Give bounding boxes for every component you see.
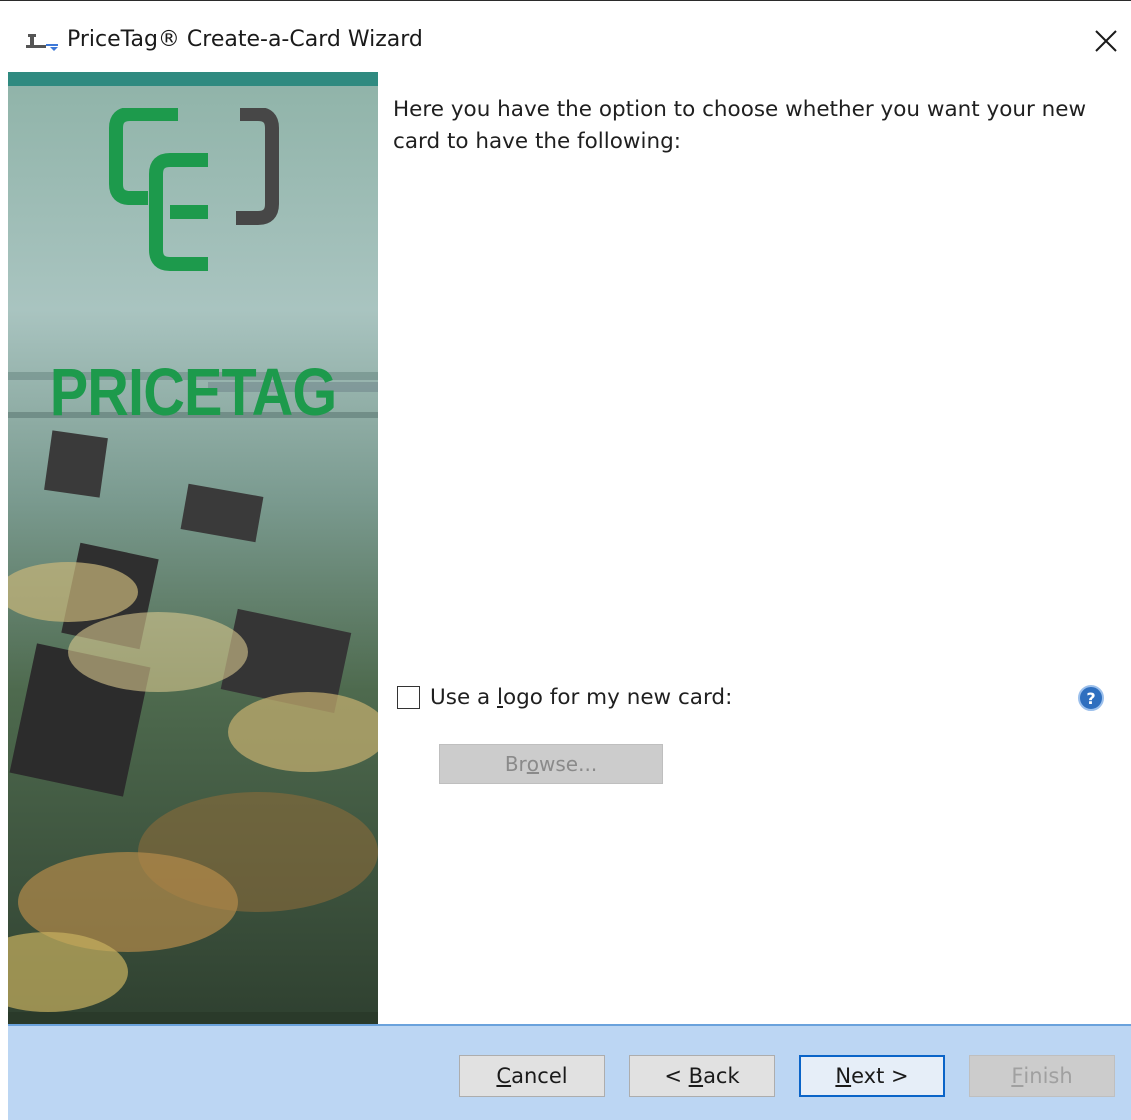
use-logo-option[interactable]: Use a logo for my new card: — [397, 680, 732, 714]
svg-text:?: ? — [1086, 689, 1095, 708]
cancel-button[interactable]: Cancel — [459, 1055, 605, 1097]
help-icon[interactable]: ? — [1077, 684, 1105, 712]
close-icon[interactable] — [1086, 25, 1126, 57]
window-title: PriceTag® Create-a-Card Wizard — [67, 27, 423, 52]
browse-button[interactable]: Br o wse... — [439, 744, 663, 784]
cc-logo-icon — [109, 108, 279, 271]
wizard-window: PriceTag® Create-a-Card Wizard PRICETAG … — [0, 0, 1131, 1120]
finish-button[interactable]: Finish — [969, 1055, 1115, 1097]
use-logo-checkbox[interactable] — [397, 685, 420, 709]
use-logo-label: Use a logo for my new card: — [430, 684, 733, 710]
intro-text: Here you have the option to choose wheth… — [393, 97, 1087, 154]
next-button[interactable]: Next > — [799, 1055, 945, 1097]
wizard-banner: PRICETAG — [8, 72, 378, 1024]
back-button[interactable]: < Back — [629, 1055, 775, 1097]
scale-icon — [26, 34, 58, 51]
title-bar: PriceTag® Create-a-Card Wizard — [0, 0, 1131, 73]
brand-name: PRICETAG — [49, 355, 337, 430]
